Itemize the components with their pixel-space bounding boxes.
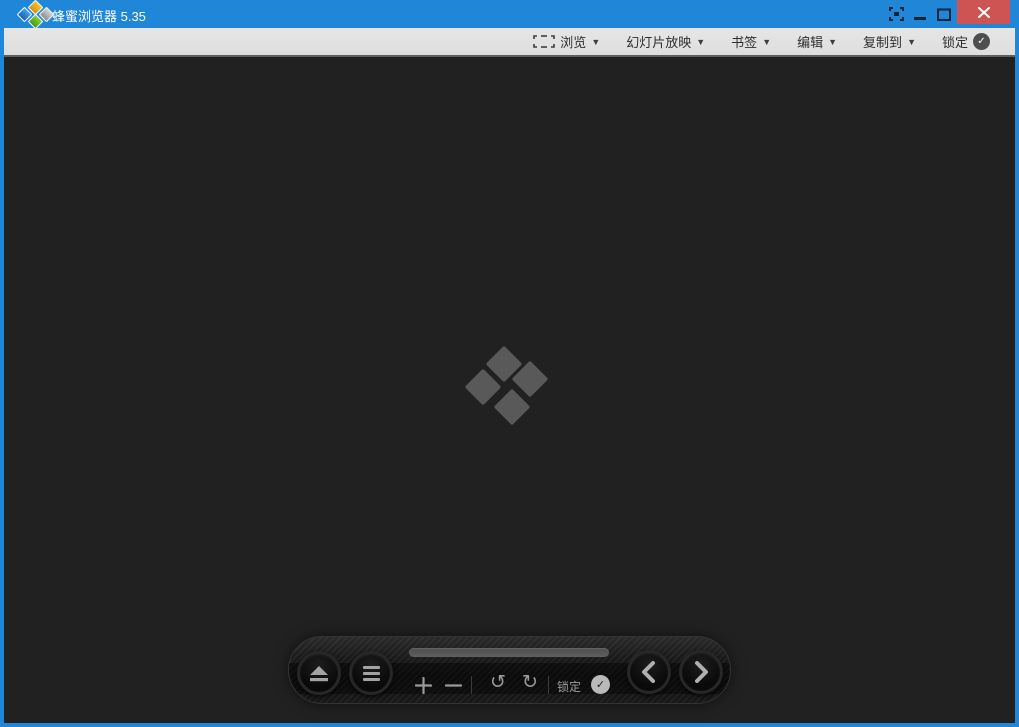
chevron-down-icon: ▼ <box>907 36 916 47</box>
eject-icon <box>309 665 329 682</box>
maximize-icon <box>937 8 951 21</box>
toolbar-item-edit[interactable]: 编辑 ▼ <box>797 32 837 51</box>
minus-icon <box>445 677 462 694</box>
toolbar-label-edit: 编辑 <box>797 32 823 51</box>
menu-icon <box>363 666 380 681</box>
chevron-down-icon: ▼ <box>591 36 600 47</box>
window-title: 蜂蜜浏览器 5.35 <box>52 6 146 25</box>
floating-control-bar: ↺ ↻ 锁定 ✓ <box>288 636 731 704</box>
zoom-slider[interactable] <box>409 648 609 657</box>
rotate-right-button[interactable]: ↻ <box>519 672 541 694</box>
toolbar-item-browse[interactable]: 浏览 ▼ <box>533 32 600 51</box>
rotate-left-button[interactable]: ↺ <box>487 672 509 694</box>
app-window: 蜂蜜浏览器 5.35 <box>0 0 1019 727</box>
title-bar: 蜂蜜浏览器 5.35 <box>0 0 1019 28</box>
toolbar-label-copy-to: 复制到 <box>863 32 902 51</box>
toolbar-label-lock: 锁定 <box>942 32 968 51</box>
next-image-button[interactable] <box>679 650 723 694</box>
toolbar: 浏览 ▼ 幻灯片放映 ▼ 书签 ▼ 编辑 ▼ 复制到 ▼ 锁定 ✓ <box>4 28 1015 57</box>
lock-check-circle-icon[interactable]: ✓ <box>591 675 610 694</box>
toolbar-label-browse: 浏览 <box>560 32 586 51</box>
maximize-button[interactable] <box>934 3 954 25</box>
toolbar-item-bookmarks[interactable]: 书签 ▼ <box>731 32 771 51</box>
image-viewer-area[interactable]: ↺ ↻ 锁定 ✓ <box>4 57 1015 723</box>
fullscreen-icon <box>889 7 904 21</box>
fullscreen-button[interactable] <box>885 3 907 25</box>
open-file-button[interactable] <box>297 651 341 695</box>
chevron-down-icon: ▼ <box>762 36 771 47</box>
check-circle-icon: ✓ <box>973 33 990 50</box>
chevron-down-icon: ▼ <box>696 36 705 47</box>
minimize-icon <box>914 7 926 21</box>
app-logo-icon <box>13 0 47 28</box>
lock-label[interactable]: 锁定 <box>557 678 581 695</box>
divider <box>471 676 472 694</box>
toolbar-item-copy-to[interactable]: 复制到 ▼ <box>863 32 916 51</box>
menu-button[interactable] <box>349 651 393 695</box>
previous-image-button[interactable] <box>627 650 671 694</box>
zoom-in-button[interactable] <box>414 676 432 694</box>
watermark-diamond <box>494 389 531 426</box>
chevron-right-icon <box>692 661 710 683</box>
zoom-out-button[interactable] <box>444 676 462 694</box>
toolbar-item-lock[interactable]: 锁定 ✓ <box>942 32 990 51</box>
close-icon <box>978 7 990 18</box>
close-button[interactable] <box>957 0 1010 24</box>
divider <box>548 676 549 694</box>
chevron-down-icon: ▼ <box>828 36 837 47</box>
minimize-button[interactable] <box>910 3 930 25</box>
plus-icon <box>415 677 432 694</box>
toolbar-label-slideshow: 幻灯片放映 <box>626 32 691 51</box>
chevron-left-icon <box>640 661 658 683</box>
fit-to-window-icon <box>533 35 555 48</box>
toolbar-label-bookmarks: 书签 <box>731 32 757 51</box>
toolbar-item-slideshow[interactable]: 幻灯片放映 ▼ <box>626 32 705 51</box>
